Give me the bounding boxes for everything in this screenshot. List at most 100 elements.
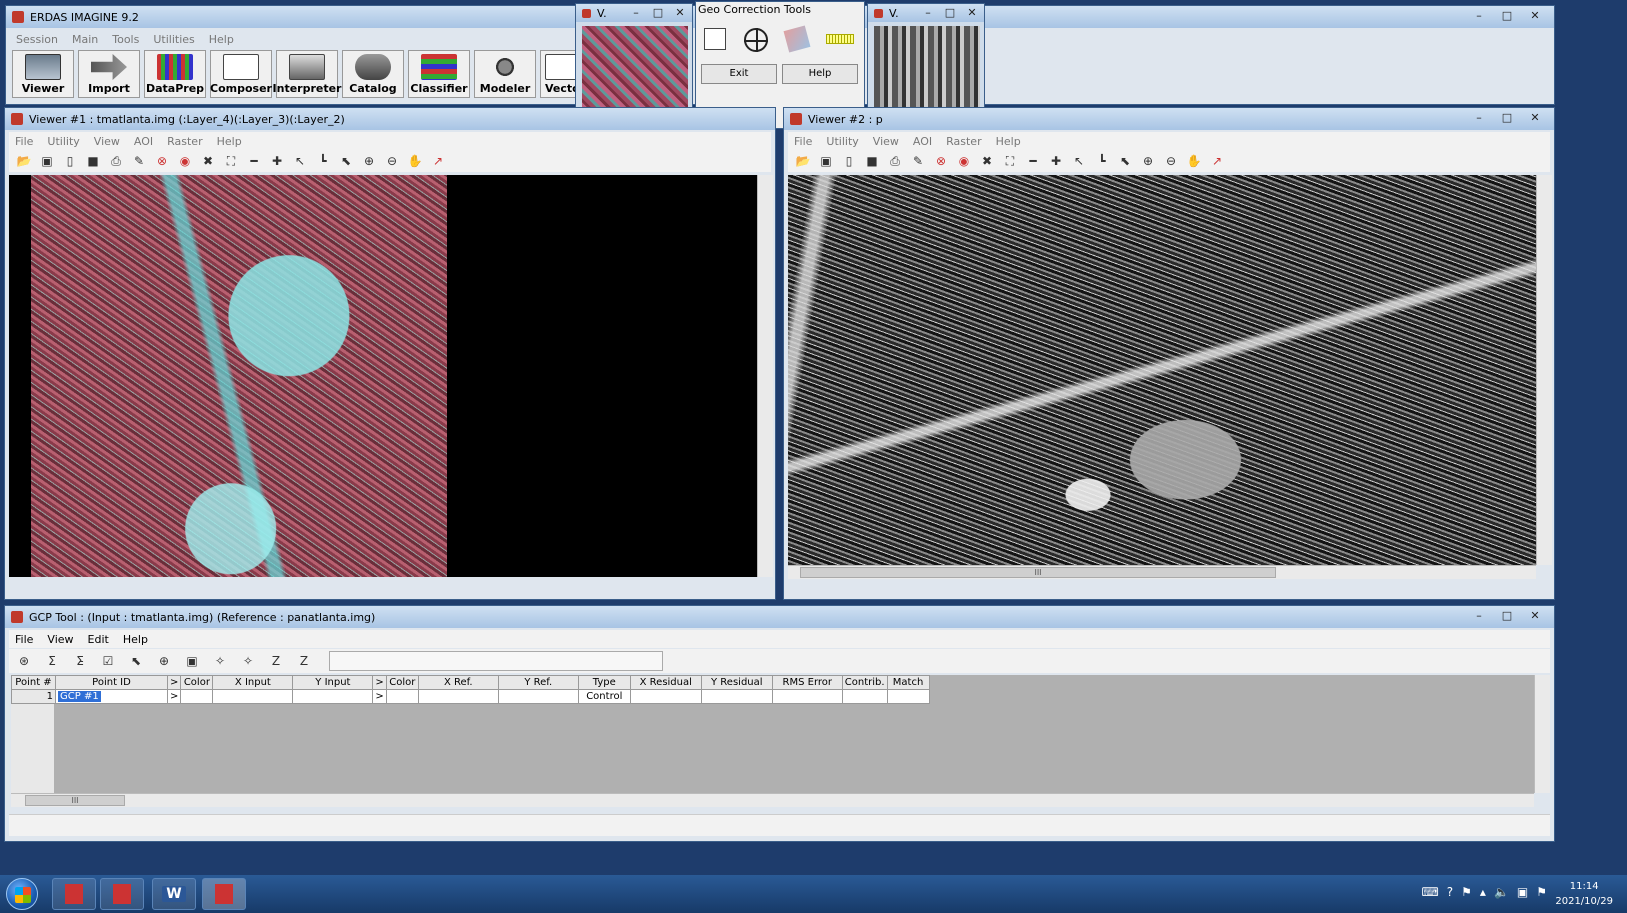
gcp-arrow-input[interactable]: > xyxy=(166,689,182,704)
taskbar-erdas-3[interactable] xyxy=(202,878,246,910)
minimize-icon[interactable]: – xyxy=(626,4,646,21)
modeler-button[interactable]: Modeler xyxy=(474,50,536,98)
minimize-icon[interactable]: – xyxy=(1466,607,1492,624)
close-icon[interactable]: ✕ xyxy=(962,4,982,21)
minimize-icon[interactable]: – xyxy=(1466,109,1492,126)
page-icon[interactable]: ▯ xyxy=(840,152,858,170)
viewer1-false-color-image[interactable] xyxy=(31,175,447,577)
gcp-hscroll[interactable]: III xyxy=(11,793,1534,807)
crosshair-icon[interactable]: ✚ xyxy=(268,152,286,170)
viewer2-hscroll-thumb[interactable]: III xyxy=(800,567,1276,578)
interpreter-button[interactable]: Interpreter xyxy=(273,50,342,98)
col-type[interactable]: Type xyxy=(577,675,631,690)
menu-file[interactable]: File xyxy=(794,135,812,148)
maximize-icon[interactable]: □ xyxy=(648,4,668,21)
taskbar-erdas-1[interactable] xyxy=(52,878,96,910)
ruler-tool-icon[interactable] xyxy=(826,34,854,44)
menu-utilities[interactable]: Utilities xyxy=(153,33,194,46)
col-contrib[interactable]: Contrib. xyxy=(841,675,888,690)
exit-button[interactable]: Exit xyxy=(701,64,777,84)
fill-icon[interactable]: ◉ xyxy=(955,152,973,170)
menu-aoi[interactable]: AOI xyxy=(913,135,932,148)
gcp-point-id[interactable]: GCP #1 xyxy=(58,691,101,702)
inquire-icon[interactable]: ↗ xyxy=(429,152,447,170)
keyboard-icon[interactable]: ⌨ xyxy=(1421,885,1438,899)
transform-icon[interactable] xyxy=(783,25,811,53)
gcp-type[interactable]: Control xyxy=(577,689,631,704)
start-button[interactable] xyxy=(6,878,38,910)
ruler-icon[interactable]: ━ xyxy=(1024,152,1042,170)
eraser-icon[interactable]: ✎ xyxy=(130,152,148,170)
col-point-id[interactable]: Point ID xyxy=(55,675,168,690)
network-icon[interactable]: ▣ xyxy=(1517,885,1528,899)
open-folder-icon[interactable]: 📂 xyxy=(15,152,33,170)
inquire-icon[interactable]: ↗ xyxy=(1208,152,1226,170)
menu-raster[interactable]: Raster xyxy=(167,135,202,148)
eraser-icon[interactable]: ✎ xyxy=(909,152,927,170)
fill-icon[interactable]: ◉ xyxy=(176,152,194,170)
import-button[interactable]: Import xyxy=(78,50,140,98)
z-value-icon[interactable]: Z xyxy=(267,652,285,670)
classifier-button[interactable]: Classifier xyxy=(408,50,470,98)
menu-help[interactable]: Help xyxy=(996,135,1021,148)
menu-edit[interactable]: Edit xyxy=(88,633,109,646)
zoom-extent-icon[interactable]: ⛶ xyxy=(1001,152,1019,170)
menu-view[interactable]: View xyxy=(873,135,899,148)
maximize-icon[interactable]: □ xyxy=(1494,607,1520,624)
minimize-icon[interactable]: – xyxy=(918,4,938,21)
zoom-extent-icon[interactable]: ⛶ xyxy=(222,152,240,170)
zoom-out-icon[interactable]: ⊖ xyxy=(383,152,401,170)
menu-file[interactable]: File xyxy=(15,633,33,646)
menu-help[interactable]: Help xyxy=(217,135,242,148)
menu-help[interactable]: Help xyxy=(209,33,234,46)
zoom-in-icon[interactable]: ⊕ xyxy=(1139,152,1157,170)
catalog-button[interactable]: Catalog xyxy=(342,50,404,98)
lock-icon[interactable]: ▣ xyxy=(183,652,201,670)
viewer-button[interactable]: Viewer xyxy=(12,50,74,98)
viewer2-hscroll[interactable]: III xyxy=(788,565,1536,579)
maximize-icon[interactable]: □ xyxy=(940,4,960,21)
menu-utility[interactable]: Utility xyxy=(826,135,858,148)
maximize-icon[interactable]: □ xyxy=(1494,7,1520,24)
menu-aoi[interactable]: AOI xyxy=(134,135,153,148)
create-gcp-icon[interactable]: ⊕ xyxy=(155,652,173,670)
close-icon[interactable]: ✕ xyxy=(1522,7,1548,24)
print-icon[interactable]: ⎙ xyxy=(886,152,904,170)
menu-raster[interactable]: Raster xyxy=(946,135,981,148)
table-row[interactable]: 1 GCP #1 > > Control xyxy=(11,689,1530,704)
gcp-color-ref[interactable] xyxy=(385,689,419,704)
checkmark-icon[interactable]: ☑ xyxy=(99,652,117,670)
z-ref-icon[interactable]: Z xyxy=(295,652,313,670)
gcp-hscroll-thumb[interactable]: III xyxy=(25,795,125,806)
col-y-residual[interactable]: Y Residual xyxy=(700,675,773,690)
col-y-ref[interactable]: Y Ref. xyxy=(497,675,579,690)
show-hidden-icon[interactable]: ▴ xyxy=(1480,885,1486,899)
menu-view[interactable]: View xyxy=(94,135,120,148)
pointer-icon[interactable]: ⬉ xyxy=(1116,152,1134,170)
gcp-arrow-ref[interactable]: > xyxy=(372,689,387,704)
crosshair-icon[interactable]: ✚ xyxy=(1047,152,1065,170)
menu-main[interactable]: Main xyxy=(72,33,98,46)
zoom-in-icon[interactable]: ⊕ xyxy=(360,152,378,170)
crosshair-target-icon[interactable] xyxy=(744,28,768,52)
pan-hand-icon[interactable]: ✋ xyxy=(1185,152,1203,170)
menu-file[interactable]: File xyxy=(15,135,33,148)
composer-button[interactable]: Composer xyxy=(210,50,272,98)
menu-tools[interactable]: Tools xyxy=(112,33,139,46)
fit-icon[interactable]: ✖ xyxy=(978,152,996,170)
viewer2-canvas[interactable] xyxy=(788,175,1538,565)
help-tray-icon[interactable]: ? xyxy=(1447,885,1453,899)
action-center-icon[interactable]: ⚑ xyxy=(1536,885,1547,899)
gcp-status-field[interactable] xyxy=(329,651,663,671)
folder-icon[interactable]: ▣ xyxy=(38,152,56,170)
pan-hand-icon[interactable]: ✋ xyxy=(406,152,424,170)
gcp-point-id-cell[interactable]: GCP #1 xyxy=(55,689,168,704)
col-color-ref[interactable]: Color xyxy=(385,675,419,690)
gcp-editor-icon[interactable] xyxy=(704,28,726,50)
clear-icon[interactable]: ⊗ xyxy=(932,152,950,170)
clear-icon[interactable]: ⊗ xyxy=(153,152,171,170)
save-icon[interactable]: ■ xyxy=(84,152,102,170)
print-icon[interactable]: ⎙ xyxy=(107,152,125,170)
open-folder-icon[interactable]: 📂 xyxy=(794,152,812,170)
close-icon[interactable]: ✕ xyxy=(670,4,690,21)
